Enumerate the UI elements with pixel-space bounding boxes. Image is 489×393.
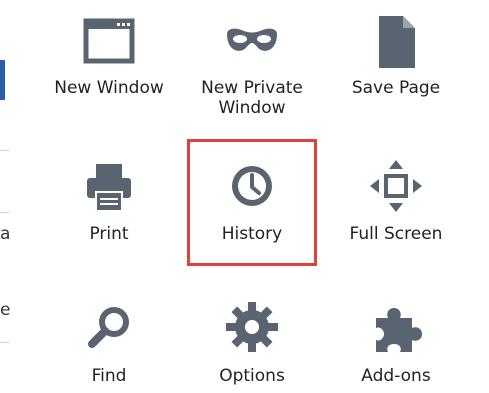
- puzzle-icon: [366, 300, 426, 360]
- printer-icon: [79, 158, 139, 218]
- edge-divider: [0, 342, 9, 343]
- menu-panel: New Window New Private Window Save Page: [14, 0, 489, 393]
- edge-divider: [0, 212, 9, 213]
- gear-icon: [222, 300, 282, 360]
- find-button[interactable]: Find: [39, 300, 179, 386]
- save-page-button[interactable]: Save Page: [326, 12, 466, 98]
- page-icon: [366, 12, 426, 72]
- edge-text: e: [0, 300, 11, 320]
- print-label: Print: [89, 224, 129, 244]
- add-ons-label: Add-ons: [361, 366, 431, 386]
- window-icon: [79, 12, 139, 72]
- magnifier-icon: [79, 300, 139, 360]
- edge-accent: [0, 60, 5, 100]
- options-label: Options: [219, 366, 285, 386]
- new-private-window-button[interactable]: New Private Window: [182, 12, 322, 118]
- fullscreen-icon: [366, 158, 426, 218]
- edge-text: a: [0, 224, 11, 244]
- new-window-button[interactable]: New Window: [39, 12, 179, 98]
- add-ons-button[interactable]: Add-ons: [326, 300, 466, 386]
- background-window-edge: a e: [0, 0, 14, 393]
- find-label: Find: [91, 366, 127, 386]
- mask-icon: [222, 12, 282, 72]
- options-button[interactable]: Options: [182, 300, 322, 386]
- edge-divider: [0, 150, 9, 151]
- new-private-window-label: New Private Window: [201, 78, 303, 118]
- print-button[interactable]: Print: [39, 158, 179, 244]
- save-page-label: Save Page: [351, 78, 441, 98]
- new-window-label: New Window: [54, 78, 164, 98]
- history-highlight-box: [187, 139, 317, 266]
- full-screen-button[interactable]: Full Screen: [326, 158, 466, 244]
- firefox-menu-screenshot: a e New Window New Private Window Save P…: [0, 0, 489, 393]
- full-screen-label: Full Screen: [349, 224, 443, 244]
